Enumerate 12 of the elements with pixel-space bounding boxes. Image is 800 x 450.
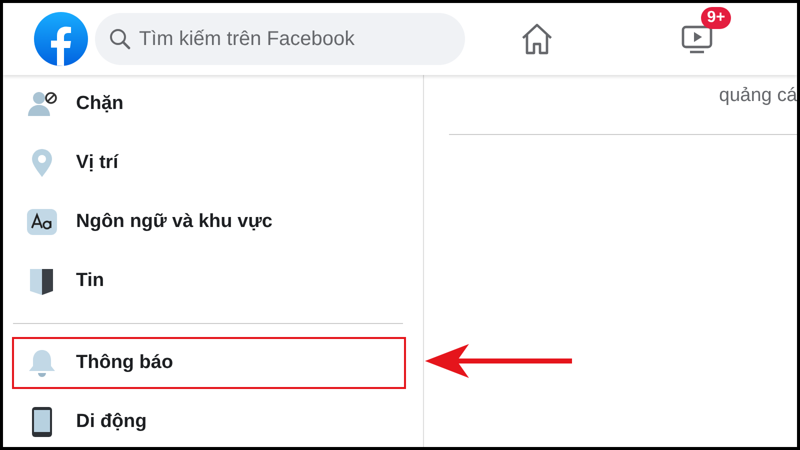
sidebar-item[interactable]: Di động bbox=[12, 396, 406, 447]
bell-icon bbox=[26, 347, 58, 379]
search-field[interactable]: Tìm kiếm trên Facebook bbox=[95, 13, 465, 65]
sidebar-item[interactable]: Vị trí bbox=[12, 137, 406, 189]
sidebar-item[interactable]: Ngôn ngữ và khu vực bbox=[12, 196, 406, 248]
notification-badge: 9+ bbox=[701, 7, 732, 29]
logo-icon[interactable] bbox=[34, 12, 88, 66]
sidebar-item[interactable]: Thông báo bbox=[12, 337, 406, 389]
text-size-icon bbox=[26, 206, 58, 238]
description-text: quảng cá bbox=[719, 85, 797, 107]
sidebar-item[interactable]: Chặn bbox=[12, 78, 406, 130]
sidebar-item[interactable]: Tin bbox=[12, 255, 406, 307]
